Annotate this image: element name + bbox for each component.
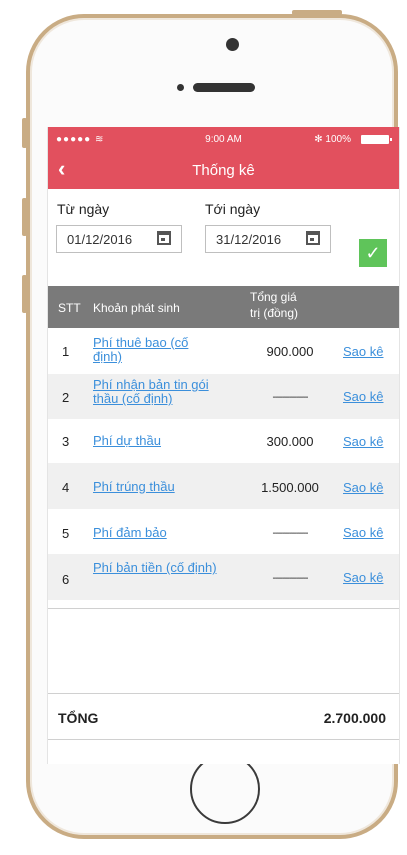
- page-title: Thống kê: [192, 162, 255, 179]
- row-value: ---------------: [272, 528, 309, 539]
- header-value-line2: trị (đồng): [250, 306, 299, 320]
- row-statement-link[interactable]: Sao kê: [343, 525, 383, 540]
- total-row: TỔNG 2.700.000: [48, 697, 399, 737]
- calendar-icon[interactable]: [157, 231, 171, 245]
- table-bottom-divider: [48, 608, 399, 609]
- row-item-link[interactable]: Phí nhận bản tin gói thầu (cố định): [93, 378, 218, 406]
- table-row: 6 Phí bản tiền (cố định) ---------------…: [48, 554, 399, 600]
- calendar-icon[interactable]: [306, 231, 320, 245]
- to-date-label: Tới ngày: [205, 201, 261, 217]
- row-value: 300.000: [266, 434, 314, 449]
- total-top-divider: [48, 693, 399, 694]
- total-value: 2.700.000: [323, 710, 386, 726]
- row-stt: 6: [62, 572, 70, 587]
- row-value: ---------------: [272, 392, 309, 403]
- total-bottom-divider: [48, 739, 399, 740]
- table-row: 3 Phí dự thầu 300.000 Sao kê: [48, 419, 399, 463]
- row-value: 1.500.000: [261, 480, 319, 495]
- table-header: STT Khoản phát sinh Tổng giá trị (đồng): [48, 286, 399, 328]
- row-value: ---------------: [272, 573, 309, 584]
- table-row: 4 Phí trúng thầu 1.500.000 Sao kê: [48, 463, 399, 509]
- row-statement-link[interactable]: Sao kê: [343, 480, 383, 495]
- row-stt: 4: [62, 480, 70, 495]
- total-label: TỔNG: [58, 710, 99, 726]
- battery-percent: ✻ 100%: [314, 134, 351, 145]
- front-camera: [226, 38, 239, 51]
- header-item: Khoản phát sinh: [93, 301, 180, 315]
- from-date-field[interactable]: 01/12/2016: [56, 225, 182, 253]
- to-date-field[interactable]: 31/12/2016: [205, 225, 331, 253]
- header-stt: STT: [58, 301, 81, 315]
- app-screen: ●●●●● ≋ 9:00 AM ✻ 100% ‹ Thống kê Từ ngà…: [47, 127, 400, 764]
- table-row: 2 Phí nhận bản tin gói thầu (cố định) --…: [48, 374, 399, 419]
- row-statement-link[interactable]: Sao kê: [343, 570, 383, 585]
- nav-bar: ‹ Thống kê: [48, 152, 399, 189]
- row-item-link[interactable]: Phí trúng thầu: [93, 480, 218, 494]
- from-date-label: Từ ngày: [57, 201, 110, 217]
- row-item-link[interactable]: Phí bản tiền (cố định): [93, 561, 218, 575]
- row-item-link[interactable]: Phí dự thầu: [93, 434, 218, 448]
- date-filter: Từ ngày Tới ngày 01/12/2016 31/12/2016: [48, 189, 399, 285]
- row-statement-link[interactable]: Sao kê: [343, 434, 383, 449]
- table-row: 5 Phí đảm bảo --------------- Sao kê: [48, 509, 399, 554]
- sensor-dot: [177, 84, 184, 91]
- row-stt: 1: [62, 344, 70, 359]
- row-item-link[interactable]: Phí thuê bao (cố định): [93, 336, 218, 364]
- row-item-link[interactable]: Phí đảm bảo: [93, 526, 218, 540]
- table-row: 1 Phí thuê bao (cố định) 900.000 Sao kê: [48, 328, 399, 374]
- row-stt: 3: [62, 434, 70, 449]
- row-stt: 2: [62, 390, 70, 405]
- header-value-line1: Tổng giá: [250, 290, 297, 304]
- row-statement-link[interactable]: Sao kê: [343, 344, 383, 359]
- status-bar: ●●●●● ≋ 9:00 AM ✻ 100%: [48, 127, 399, 152]
- row-statement-link[interactable]: Sao kê: [343, 389, 383, 404]
- confirm-check-icon[interactable]: ✓: [359, 239, 387, 267]
- earpiece-speaker: [193, 83, 255, 92]
- from-date-value: 01/12/2016: [67, 232, 133, 247]
- row-value: 900.000: [266, 344, 314, 359]
- to-date-value: 31/12/2016: [216, 232, 282, 247]
- row-stt: 5: [62, 526, 70, 541]
- battery-icon: [361, 135, 392, 144]
- home-button[interactable]: [190, 754, 260, 824]
